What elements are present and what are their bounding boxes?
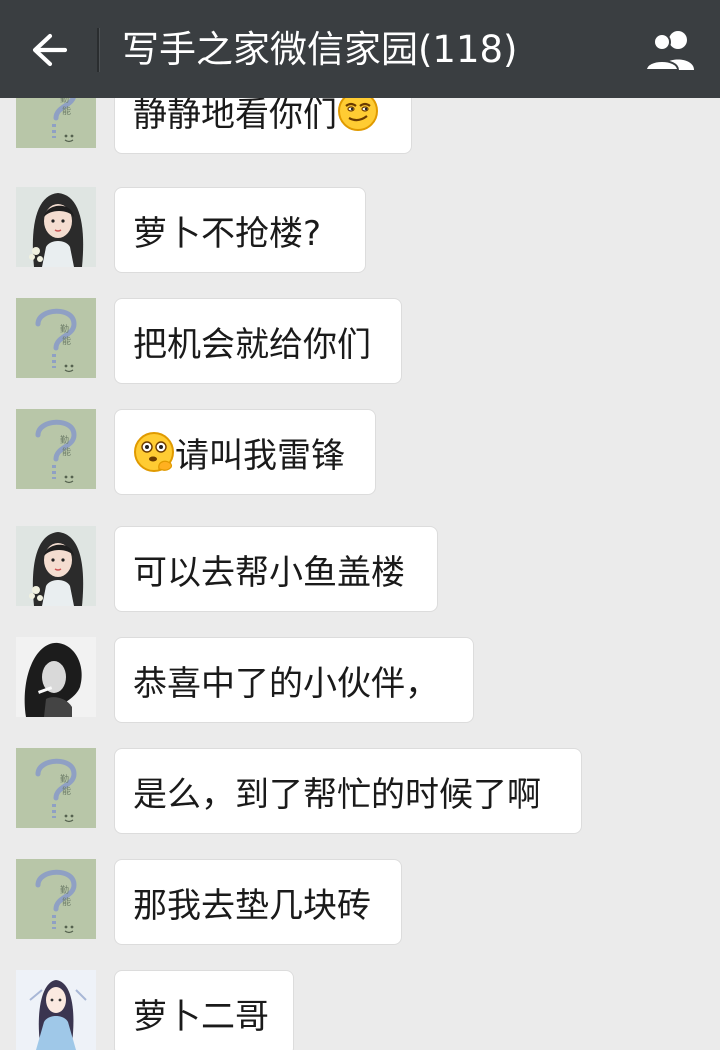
question-mark-avatar[interactable] <box>16 98 96 148</box>
chat-message: 恭喜中了的小伙伴， <box>0 637 720 727</box>
lady-portrait-avatar[interactable] <box>16 526 96 606</box>
question-mark-avatar[interactable] <box>16 409 96 489</box>
message-bubble[interactable]: 可以去帮小鱼盖楼 <box>114 526 438 612</box>
group-members-button[interactable] <box>638 26 702 74</box>
anime-girl-avatar[interactable] <box>16 970 96 1050</box>
top-bar: 写手之家微信家园(118) <box>0 0 720 98</box>
lady-portrait-avatar[interactable] <box>16 187 96 267</box>
message-bubble[interactable]: 那我去垫几块砖 <box>114 859 402 945</box>
message-text: 是么，到了帮忙的时候了啊 <box>133 774 541 815</box>
message-bubble[interactable]: 静静地看你们 <box>114 98 412 154</box>
chat-message-list[interactable]: 静静地看你们 萝卜不抢楼? 把机会就给你们 请叫我雷锋 可以去帮小鱼盖楼 恭喜中… <box>0 98 720 1050</box>
smoking-woman-avatar[interactable] <box>16 637 96 717</box>
message-text: 把机会就给你们 <box>133 324 371 365</box>
message-bubble[interactable]: 恭喜中了的小伙伴， <box>114 637 474 723</box>
chat-message: 萝卜不抢楼? <box>0 187 720 277</box>
chat-message: 那我去垫几块砖 <box>0 859 720 949</box>
question-mark-avatar[interactable] <box>16 748 96 828</box>
chat-message: 是么，到了帮忙的时候了啊 <box>0 748 720 838</box>
message-bubble[interactable]: 请叫我雷锋 <box>114 409 376 495</box>
arrow-left-icon <box>32 33 68 67</box>
group-members-icon <box>644 31 694 71</box>
message-text: 那我去垫几块砖 <box>133 885 371 926</box>
thinking-emoji <box>133 431 175 473</box>
message-bubble[interactable]: 把机会就给你们 <box>114 298 402 384</box>
back-button[interactable] <box>20 22 80 78</box>
chat-message: 请叫我雷锋 <box>0 409 720 499</box>
smirk-emoji <box>337 98 379 132</box>
message-text: 静静地看你们 <box>133 98 337 135</box>
message-text: 萝卜不抢楼? <box>133 213 322 254</box>
message-text: 可以去帮小鱼盖楼 <box>133 552 405 593</box>
message-text: 请叫我雷锋 <box>175 435 345 476</box>
chat-message: 可以去帮小鱼盖楼 <box>0 526 720 616</box>
message-text: 恭喜中了的小伙伴， <box>133 663 439 704</box>
message-text: 萝卜二哥 <box>133 996 269 1037</box>
chat-message: 把机会就给你们 <box>0 298 720 388</box>
chat-message: 萝卜二哥 <box>0 970 720 1050</box>
message-bubble[interactable]: 是么，到了帮忙的时候了啊 <box>114 748 582 834</box>
message-bubble[interactable]: 萝卜二哥 <box>114 970 294 1050</box>
question-mark-avatar[interactable] <box>16 298 96 378</box>
chat-message: 静静地看你们 <box>0 98 720 158</box>
header-divider <box>97 28 99 72</box>
question-mark-avatar[interactable] <box>16 859 96 939</box>
chat-title: 写手之家微信家园(118) <box>122 28 518 71</box>
message-bubble[interactable]: 萝卜不抢楼? <box>114 187 366 273</box>
